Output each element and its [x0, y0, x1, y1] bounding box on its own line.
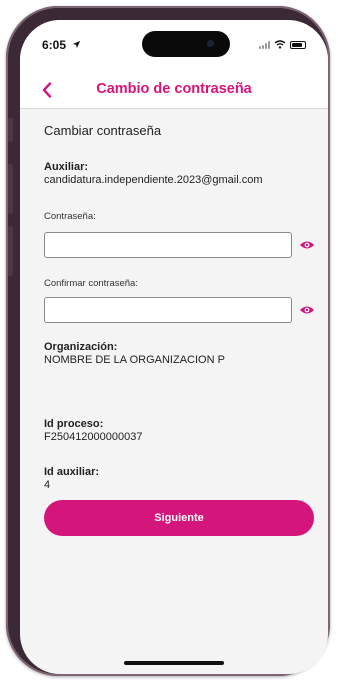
id-auxiliar-label: Id auxiliar: [44, 466, 100, 478]
id-auxiliar-value: 4 [44, 479, 51, 491]
password-field[interactable] [44, 232, 292, 258]
organizacion-value: NOMBRE DE LA ORGANIZACION P [44, 354, 225, 366]
id-auxiliar-info: Id auxiliar: 4 [44, 466, 99, 491]
next-button[interactable]: Siguiente [44, 500, 314, 536]
page-title: Cambio de contraseña [96, 81, 252, 97]
auxiliar-info: Auxiliar: candidatura.independiente.2023… [44, 161, 262, 186]
wifi-icon [274, 40, 286, 49]
eye-icon[interactable] [299, 304, 315, 316]
id-proceso-info: Id proceso: F250412000000037 [44, 418, 142, 443]
phone-frame: 6:05 Cambio de contraseña Cambiar contra… [6, 6, 330, 676]
side-button-volume-up [8, 164, 13, 214]
status-bar: 6:05 [20, 20, 328, 72]
dynamic-island [142, 31, 230, 57]
confirm-password-label: Confirmar contraseña: [44, 278, 138, 289]
organizacion-info: Organización: NOMBRE DE LA ORGANIZACION … [44, 341, 225, 366]
side-button-volume-down [8, 226, 13, 276]
side-button-mute [8, 118, 13, 142]
phone-screen: 6:05 Cambio de contraseña Cambiar contra… [20, 20, 328, 674]
status-time: 6:05 [42, 38, 67, 52]
navigation-bar: Cambio de contraseña [20, 72, 328, 109]
battery-icon [290, 40, 306, 49]
auxiliar-email: candidatura.independiente.2023@gmail.com [44, 174, 263, 186]
home-indicator [124, 661, 224, 665]
cellular-signal-icon [259, 40, 270, 49]
organizacion-label: Organización: [44, 341, 118, 353]
status-icons [259, 40, 306, 49]
id-proceso-value: F250412000000037 [44, 431, 143, 443]
eye-icon[interactable] [299, 239, 315, 251]
confirm-password-field[interactable] [44, 297, 292, 323]
id-proceso-label: Id proceso: [44, 418, 104, 430]
camera-dot [207, 40, 214, 47]
location-arrow-icon [72, 40, 81, 49]
auxiliar-label: Auxiliar: [44, 161, 89, 173]
password-label: Contraseña: [44, 211, 96, 222]
section-title: Cambiar contraseña [44, 123, 162, 138]
